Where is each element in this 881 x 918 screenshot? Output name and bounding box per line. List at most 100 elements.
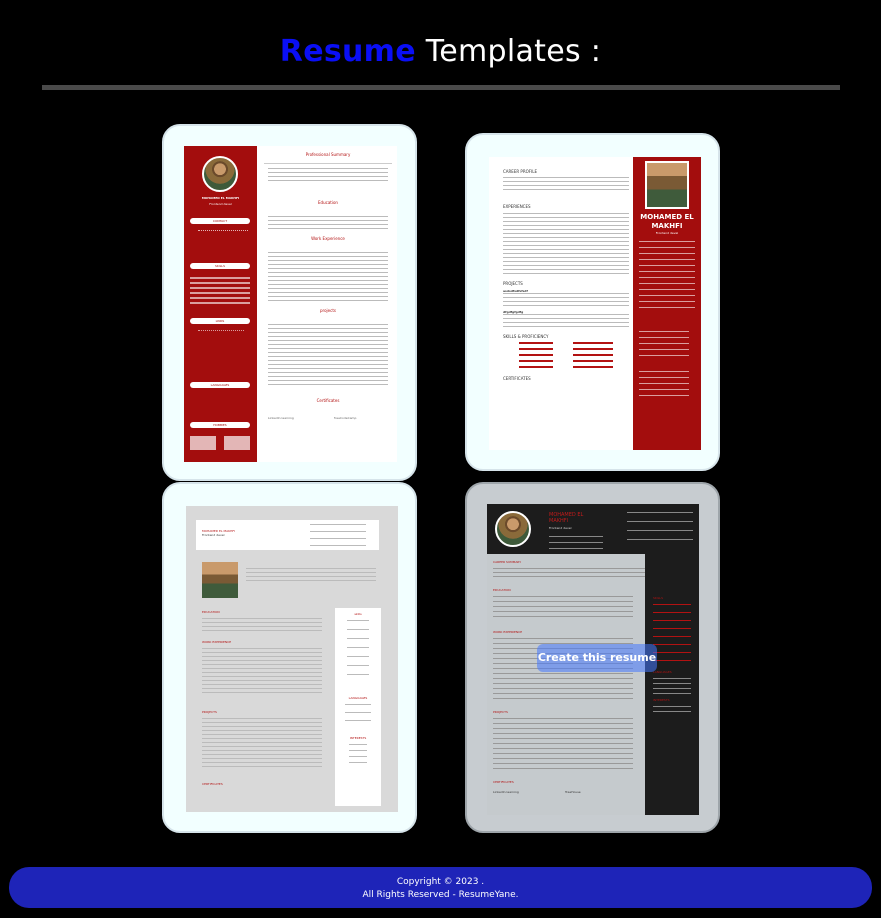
- template-1-work-text: [268, 252, 388, 304]
- template-1-summary-text: [268, 168, 388, 182]
- divider: [264, 163, 392, 164]
- template-4-interest-lines: [653, 706, 691, 716]
- template-1-main: Professional Summary Education Work Expe…: [264, 152, 392, 420]
- template-3-sidebar: skills LANGUAGES INTERESTS: [335, 608, 381, 806]
- template-3-certificates-heading: CERTIFICATES: [202, 782, 223, 786]
- template-1-projects-text: [268, 324, 388, 388]
- rights-text: All Rights Reserved - ResumeYane.: [362, 890, 519, 900]
- template-4-interests-heading: INTERESTS: [653, 698, 670, 702]
- template-2-sidebar: MOHAMED EL MAKHFI Frontend devel: [633, 157, 701, 450]
- template-1-summary-heading: Professional Summary: [305, 152, 351, 157]
- template-3-interest-lines: [349, 744, 367, 768]
- template-1-link-lines: [198, 330, 244, 364]
- template-2-experience-heading: EXPERIENCES: [503, 204, 531, 209]
- template-3-projects-heading: PROJECTS: [202, 710, 217, 714]
- template-1-education-heading: Education: [318, 200, 338, 205]
- template-4-link-lines: [627, 512, 693, 548]
- page-title: Resume Templates :: [0, 34, 881, 69]
- template-2-side-lines-2: [639, 371, 689, 401]
- avatar: [645, 161, 689, 209]
- template-preview-1: MOHAMED EL MAKHFI Frontend devel CONTACT…: [184, 146, 397, 462]
- copyright-text: Copyright © 2023 .: [396, 877, 485, 887]
- template-3-contact-lines: [310, 524, 366, 546]
- template-4-projects-heading: PROJECTS: [493, 710, 508, 714]
- title-divider: [42, 85, 840, 90]
- template-1-languages-heading: LANGUAGES: [190, 382, 250, 388]
- template-3-interests-heading: INTERESTS: [349, 736, 367, 740]
- template-2-profile-heading: CAREER PROFILE: [503, 169, 537, 174]
- template-2-project-2-text: [503, 314, 629, 328]
- page-title-accent: Resume: [279, 34, 416, 69]
- template-2-profile-text: [503, 177, 629, 191]
- template-2-side-lines: [639, 331, 689, 361]
- template-3-projects-text: [202, 718, 322, 770]
- template-4-sidebar: SKILLS LANGUAGES INTERESTS: [645, 554, 699, 815]
- template-1-certificates-heading: Certificates: [316, 398, 340, 403]
- template-2-certificates-heading: CERTIFICATES: [503, 376, 531, 381]
- template-3-work-text: [202, 648, 322, 696]
- template-4-contact-lines: [549, 536, 603, 550]
- template-1-education-text: [268, 216, 388, 230]
- template-card-4[interactable]: MOHAMED EL MAKHFI Frontend devel CAREER …: [465, 482, 720, 833]
- template-1-projects-heading: projects: [320, 308, 336, 313]
- template-1-cert-left: LinkedIn learning: [268, 416, 294, 420]
- template-2-project-1-text: [503, 293, 629, 307]
- template-3-education-text: [202, 618, 322, 632]
- template-1-cert-right: freeCodeCamp: [334, 416, 357, 420]
- template-4-projects-text: [493, 718, 633, 772]
- template-1-sidebar: MOHAMED EL MAKHFI Frontend devel CONTACT…: [184, 146, 257, 462]
- template-3-skill-lines: [347, 620, 369, 680]
- template-4-name: MOHAMED EL MAKHFI: [549, 512, 584, 524]
- page: Resume Templates : MOHAMED EL MAKHFI Fro…: [0, 0, 881, 918]
- template-4-education-heading: EDUCATION: [493, 588, 511, 592]
- footer: Copyright © 2023 . All Rights Reserved -…: [9, 867, 872, 908]
- template-1-name: MOHAMED EL MAKHFI: [201, 196, 240, 200]
- template-1-hobbies-heading: HOBBIES: [190, 422, 250, 428]
- template-2-contact-lines: [639, 241, 695, 313]
- template-3-role: Frontend devel: [202, 533, 225, 537]
- template-1-hobby-pills: [190, 436, 250, 450]
- template-4-cert-right: TreeHouse: [565, 790, 581, 794]
- avatar: [495, 511, 531, 547]
- avatar: [202, 562, 238, 598]
- template-1-role: Frontend devel: [209, 202, 232, 206]
- template-1-links-heading: LINKS: [190, 318, 250, 324]
- template-3-work-heading: WORK EXPERIENCE: [202, 640, 232, 644]
- template-4-skill-bars: [653, 604, 691, 666]
- template-2-role: Frontend devel: [655, 231, 679, 235]
- template-card-1[interactable]: MOHAMED EL MAKHFI Frontend devel CONTACT…: [162, 124, 417, 481]
- template-4-work-heading: WORK EXPERIENCE: [493, 630, 523, 634]
- template-2-main: CAREER PROFILE EXPERIENCES PROJECTS asds…: [503, 169, 629, 381]
- template-3-summary-text: [246, 568, 376, 582]
- create-resume-button[interactable]: Create this resume: [537, 644, 657, 672]
- template-3-skills-heading: skills: [354, 612, 362, 616]
- template-1-work-heading: Work Experience: [311, 236, 345, 241]
- avatar: [202, 156, 238, 192]
- template-1-skills-heading: SKILLS: [190, 263, 250, 269]
- template-4-certificates-heading: CERTIFICATES: [493, 780, 514, 784]
- template-4-language-lines: [653, 678, 691, 694]
- template-2-name: MOHAMED EL MAKHFI: [640, 213, 694, 230]
- template-3-education-heading: EDUCATION: [202, 610, 220, 614]
- template-4-summary-heading: CAREER SUMMARY: [493, 560, 522, 564]
- template-4-languages-heading: LANGUAGES: [653, 670, 672, 674]
- template-card-2[interactable]: MOHAMED EL MAKHFI Frontend devel CAREER …: [465, 133, 720, 471]
- template-4-education-text: [493, 596, 633, 620]
- template-4-header: MOHAMED EL MAKHFI Frontend devel: [487, 504, 699, 554]
- template-1-skill-bars: [190, 274, 250, 304]
- template-1-contact-lines: [198, 230, 248, 256]
- template-2-projects-heading: PROJECTS: [503, 281, 523, 286]
- template-4-cert-left: LinkedIn learning: [493, 790, 519, 794]
- template-3-languages-heading: LANGUAGES: [348, 696, 368, 700]
- template-3-header: MOHAMED EL MAKHFI Frontend devel: [196, 520, 379, 550]
- template-4-skills-heading: SKILLS: [653, 596, 664, 600]
- template-2-experience-text: [503, 213, 629, 275]
- template-preview-3: MOHAMED EL MAKHFI Frontend devel EDUCATI…: [186, 506, 398, 812]
- template-2-skills-heading: SKILLS & PROFICIENCY: [503, 334, 549, 339]
- template-2-skill-bars: [503, 342, 629, 368]
- page-title-rest: Templates :: [415, 34, 602, 69]
- template-preview-2: MOHAMED EL MAKHFI Frontend devel CAREER …: [489, 157, 701, 450]
- template-1-contact-heading: CONTACT: [190, 218, 250, 224]
- template-4-role: Frontend devel: [549, 526, 572, 530]
- template-card-3[interactable]: MOHAMED EL MAKHFI Frontend devel EDUCATI…: [162, 482, 417, 833]
